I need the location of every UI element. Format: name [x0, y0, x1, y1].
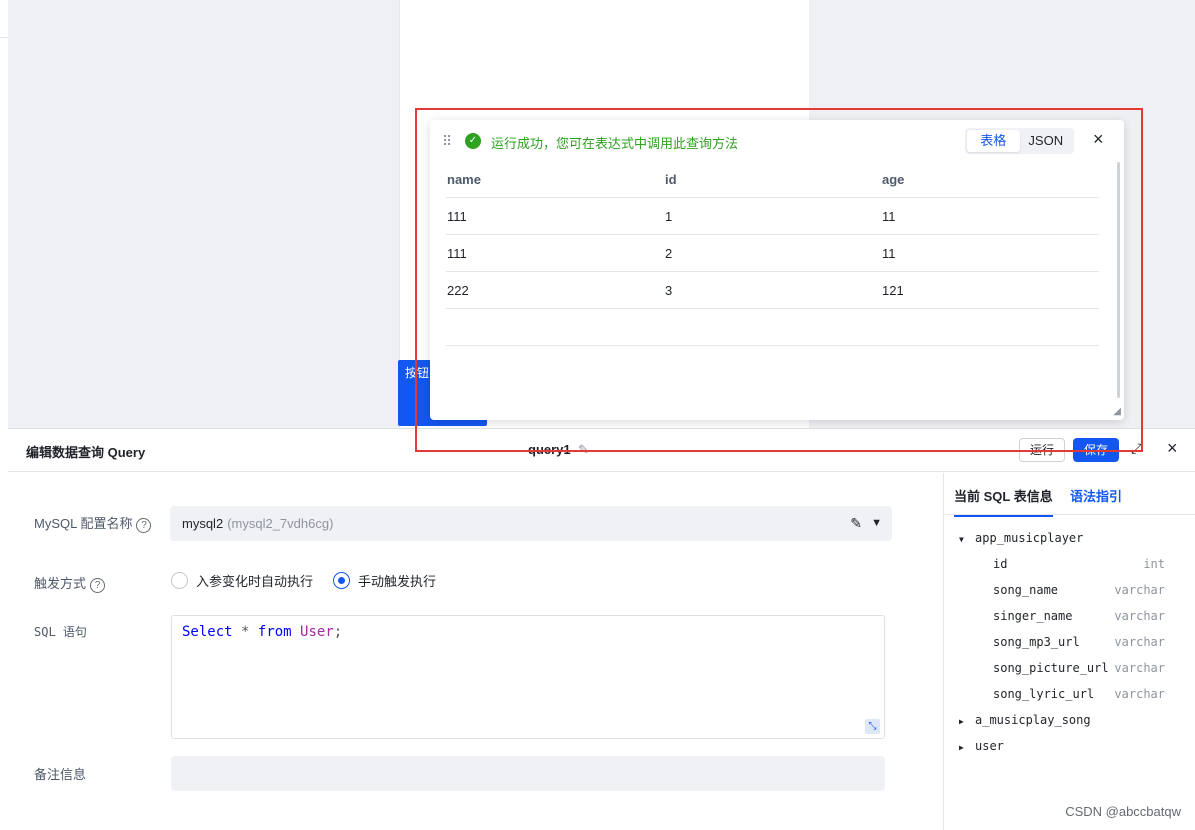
- chevron-down-icon[interactable]: ▼: [871, 506, 882, 541]
- view-tab-table[interactable]: 表格: [967, 130, 1020, 152]
- save-button[interactable]: 保存: [1073, 438, 1119, 462]
- help-icon[interactable]: ?: [90, 578, 106, 593]
- tree-column[interactable]: song_picture_url: [993, 661, 1109, 675]
- tree-column[interactable]: id: [993, 557, 1007, 571]
- trigger-manual-label: 手动触发执行: [358, 574, 437, 589]
- table-cell: 1: [665, 209, 673, 224]
- edit-name-icon[interactable]: ✎: [578, 442, 589, 458]
- radio-checked-icon: [333, 572, 350, 589]
- tree-column-type: varchar: [1114, 583, 1165, 597]
- canvas-left-edge: [0, 0, 8, 428]
- trigger-label: 触发方式?: [34, 573, 106, 593]
- close-icon[interactable]: ×: [1167, 439, 1178, 457]
- tree-column-type: int: [1143, 557, 1165, 571]
- caret-right-icon: ▶: [959, 743, 964, 752]
- run-button[interactable]: 运行: [1019, 438, 1065, 462]
- scrollbar[interactable]: [1117, 162, 1120, 398]
- table-cell: 11: [882, 209, 896, 224]
- canvas-left-area: [8, 0, 399, 428]
- results-table: name id age 111 1 11 111 2 11 222 3 121: [446, 161, 1099, 346]
- tree-column[interactable]: song_name: [993, 583, 1058, 597]
- trigger-radio-auto[interactable]: 入参变化时自动执行: [171, 571, 313, 590]
- sql-editor[interactable]: Select * from User; ⤡: [171, 615, 885, 739]
- drag-handle-icon[interactable]: ⠿: [442, 133, 452, 150]
- help-icon[interactable]: ?: [136, 518, 152, 533]
- sql-label: SQL 语句: [34, 625, 87, 639]
- config-label: MySQL 配置名称?: [34, 513, 152, 533]
- tree-table-user[interactable]: ▶ user: [959, 739, 1004, 753]
- caret-right-icon: ▶: [959, 717, 964, 726]
- trigger-radio-manual[interactable]: 手动触发执行: [333, 571, 436, 590]
- sql-code: Select * from User;: [182, 624, 343, 640]
- view-toggle: 表格 JSON: [965, 128, 1074, 154]
- query-result-panel: ⠿ ✓ 运行成功，您可在表达式中调用此查询方法 表格 JSON × name i…: [430, 120, 1124, 420]
- expand-icon[interactable]: ⤢: [1131, 440, 1142, 457]
- canvas-button-label: 按钮: [405, 366, 430, 380]
- table-cell: 222: [447, 283, 469, 298]
- table-row-empty: [446, 309, 1099, 346]
- resize-handle-icon[interactable]: ◢: [1113, 406, 1121, 417]
- table-row: 111 2 11: [446, 235, 1099, 272]
- note-label: 备注信息: [34, 767, 87, 782]
- table-cell: 2: [665, 246, 673, 261]
- table-row: 111 1 11: [446, 198, 1099, 235]
- note-input[interactable]: [171, 756, 885, 791]
- tree-table-a-musicplay-song[interactable]: ▶ a_musicplay_song: [959, 713, 1091, 727]
- tab-syntax-guide[interactable]: 语法指引: [1070, 486, 1122, 505]
- tree-column[interactable]: song_mp3_url: [993, 635, 1080, 649]
- table-cell: 111: [447, 246, 467, 261]
- column-header: id: [665, 172, 677, 187]
- tree-column-type: varchar: [1114, 635, 1165, 649]
- schema-tabs: 当前 SQL 表信息 语法指引: [945, 473, 1195, 517]
- watermark: CSDN @abccbatqw: [1065, 804, 1181, 819]
- tree-column[interactable]: song_lyric_url: [993, 687, 1094, 701]
- tree-table-app-musicplayer[interactable]: ▼ app_musicplayer: [959, 531, 1083, 545]
- tree-column[interactable]: singer_name: [993, 609, 1072, 623]
- fullscreen-icon[interactable]: ⤡: [865, 719, 880, 734]
- config-value: mysql2: [182, 516, 224, 531]
- table-row: 222 3 121: [446, 272, 1099, 309]
- query-editor-panel: 编辑数据查询 Query query1 ✎ 运行 保存 ⤢ × MySQL 配置…: [8, 428, 1195, 830]
- table-cell: 111: [447, 209, 467, 224]
- table-cell: 11: [882, 246, 896, 261]
- config-select[interactable]: mysql2 (mysql2_7vdh6cg) ✎ ▼: [170, 506, 892, 541]
- table-cell: 3: [665, 283, 673, 298]
- trigger-auto-label: 入参变化时自动执行: [196, 574, 314, 589]
- view-tab-json[interactable]: JSON: [1020, 130, 1073, 152]
- column-header: age: [882, 172, 905, 187]
- editor-header: 编辑数据查询 Query query1 ✎ 运行 保存 ⤢ ×: [8, 429, 1195, 472]
- caret-down-icon: ▼: [959, 535, 964, 544]
- edit-config-icon[interactable]: ✎: [850, 506, 862, 541]
- config-sub: (mysql2_7vdh6cg): [227, 516, 334, 531]
- tree-column-type: varchar: [1114, 687, 1165, 701]
- column-header: name: [447, 172, 481, 187]
- radio-unchecked-icon: [171, 572, 188, 589]
- close-icon[interactable]: ×: [1093, 130, 1104, 148]
- table-header-row: name id age: [446, 161, 1099, 198]
- query-name[interactable]: query1: [528, 442, 571, 457]
- table-cell: 121: [882, 283, 904, 298]
- query-form: MySQL 配置名称? mysql2 (mysql2_7vdh6cg) ✎ ▼ 触…: [8, 473, 944, 830]
- tab-sql-tables[interactable]: 当前 SQL 表信息: [954, 486, 1053, 517]
- success-message: 运行成功，您可在表达式中调用此查询方法: [491, 136, 739, 151]
- tree-column-type: varchar: [1114, 661, 1165, 675]
- editor-title: 编辑数据查询 Query: [26, 445, 146, 460]
- tree-column-type: varchar: [1114, 609, 1165, 623]
- schema-panel: 当前 SQL 表信息 语法指引 ▼ app_musicplayer id int …: [945, 473, 1195, 830]
- success-check-icon: ✓: [465, 133, 481, 149]
